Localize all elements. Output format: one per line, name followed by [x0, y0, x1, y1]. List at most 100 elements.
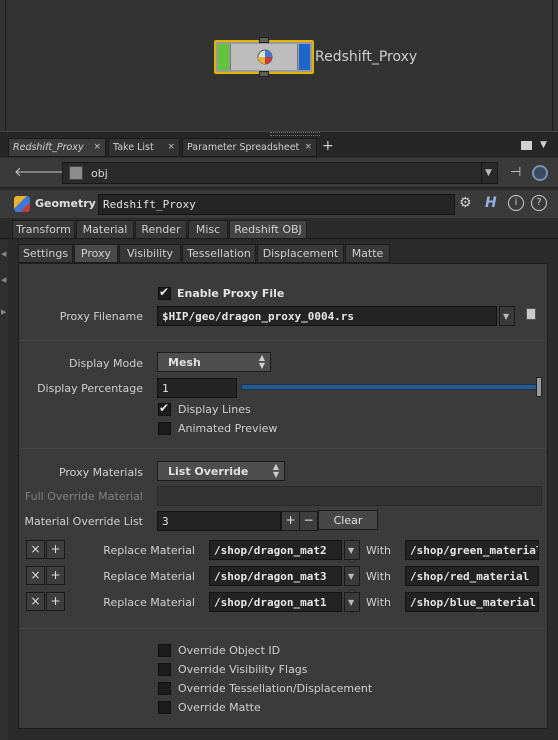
tab-displacement[interactable]: Displacement	[257, 244, 344, 263]
enable-proxy-checkbox[interactable]	[158, 285, 171, 300]
replace-to-field[interactable]: /shop/blue_material	[405, 592, 539, 612]
display-mode-menu[interactable]: Mesh ▲ ▼	[157, 352, 271, 372]
node-input-connector[interactable]	[259, 37, 269, 43]
info-icon[interactable]: i	[508, 195, 524, 211]
replace-from-field[interactable]: /shop/dragon_mat2	[209, 540, 342, 560]
separator	[20, 628, 546, 629]
override-object-id-checkbox[interactable]	[158, 644, 171, 657]
display-lines-checkbox[interactable]	[158, 401, 171, 416]
node-output-connector[interactable]	[259, 71, 269, 77]
enable-proxy-label: Enable Proxy File	[177, 287, 285, 300]
help-icon[interactable]: ?	[531, 195, 547, 211]
gear-icon[interactable]: ⚙	[459, 195, 472, 211]
node-render-flag[interactable]	[299, 44, 310, 70]
houdini-help-icon[interactable]: H	[485, 195, 497, 211]
tab-redshift-obj[interactable]: Redshift OBJ	[229, 220, 307, 239]
add-tab-icon[interactable]: +	[322, 138, 334, 154]
override-visibility-flags-label: Override Visibility Flags	[178, 663, 308, 676]
remove-entry-button[interactable]: −	[299, 511, 318, 531]
tab-tessellation[interactable]: Tessellation	[182, 244, 256, 263]
node-display-flag[interactable]	[218, 44, 229, 70]
proxy-filename-field[interactable]: $HIP/geo/dragon_proxy_0004.rs	[157, 306, 497, 326]
collapse-arrow-icon[interactable]: ◀	[1, 250, 6, 258]
tab-matte[interactable]: Matte	[345, 244, 390, 263]
display-mode-label: Display Mode	[68, 357, 143, 370]
chevron-down-icon[interactable]: ▼	[499, 306, 515, 326]
proxy-filename-label: Proxy Filename	[59, 310, 143, 323]
close-icon[interactable]: ×	[93, 142, 101, 152]
display-percentage-slider[interactable]	[241, 384, 537, 390]
remove-row-button[interactable]: ×	[26, 566, 45, 585]
tab-label: Redshift_Proxy	[13, 142, 84, 153]
tab-misc[interactable]: Misc	[188, 220, 228, 239]
material-override-list-label: Material Override List	[24, 515, 143, 528]
pin-icon[interactable]: ⊣	[510, 165, 521, 180]
tab-visibility[interactable]: Visibility	[119, 244, 181, 263]
replace-to-field[interactable]: /shop/green_material	[405, 540, 539, 560]
full-override-field	[157, 486, 542, 506]
override-object-id-label: Override Object ID	[178, 644, 281, 657]
tab-take-list[interactable]: Take List ×	[108, 138, 180, 157]
close-icon[interactable]: ×	[304, 142, 312, 152]
remove-row-button[interactable]: ×	[26, 540, 45, 559]
proxy-materials-value: List Override	[168, 465, 249, 478]
splitter-grip[interactable]	[270, 132, 320, 136]
chevron-down-icon[interactable]: ▼	[481, 163, 497, 183]
collapse-arrow-icon[interactable]: ◀	[1, 276, 6, 284]
chevron-down-icon[interactable]: ▼	[344, 540, 360, 560]
replace-from-field[interactable]: /shop/dragon_mat1	[209, 592, 342, 612]
proxy-materials-label: Proxy Materials	[58, 466, 143, 479]
override-visibility-flags-checkbox[interactable]	[158, 663, 171, 676]
override-tessellation-label: Override Tessellation/Displacement	[178, 682, 373, 695]
override-matte-checkbox[interactable]	[158, 701, 171, 714]
material-override-count-field[interactable]: 3	[157, 511, 281, 531]
replace-from-field[interactable]: /shop/dragon_mat3	[209, 566, 342, 586]
display-percentage-label: Display Percentage	[37, 382, 143, 395]
clear-button[interactable]: Clear	[318, 510, 378, 530]
network-view-edge	[552, 0, 553, 131]
tab-parameter-spreadsheet[interactable]: Parameter Spreadsheet ×	[182, 138, 317, 157]
chevron-down-icon[interactable]: ▼	[344, 592, 360, 612]
with-label: With	[366, 596, 391, 609]
left-gutter: ◀ ◀ ▶	[0, 240, 8, 740]
override-tessellation-checkbox[interactable]	[158, 682, 171, 695]
tab-render[interactable]: Render	[135, 220, 187, 239]
replace-to-field[interactable]: /shop/red_material	[405, 566, 539, 586]
tab-proxy[interactable]: Proxy	[74, 244, 118, 263]
insert-row-button[interactable]: +	[46, 566, 65, 585]
network-icon	[69, 166, 83, 180]
network-path-field[interactable]: obj ▼	[62, 162, 498, 184]
expand-arrow-icon[interactable]: ▶	[1, 308, 6, 316]
proxy-materials-menu[interactable]: List Override ▲ ▼	[157, 461, 285, 481]
redshift-proxy-node[interactable]	[214, 37, 314, 77]
remove-row-button[interactable]: ×	[26, 592, 45, 611]
chevron-down-icon[interactable]: ▼	[540, 140, 547, 150]
houdini-parameter-window: Redshift_Proxy Redshift_Proxy × Take Lis…	[0, 0, 558, 740]
with-label: With	[366, 544, 391, 557]
file-chooser-icon[interactable]	[526, 308, 536, 320]
slider-handle[interactable]	[536, 377, 542, 397]
tab-settings[interactable]: Settings	[18, 244, 73, 263]
tab-label: Take List	[113, 142, 154, 153]
add-entry-button[interactable]: +	[281, 511, 300, 531]
insert-row-button[interactable]: +	[46, 592, 65, 611]
tab-material[interactable]: Material	[76, 220, 134, 239]
node-body[interactable]	[230, 44, 298, 70]
divider	[0, 238, 558, 239]
tab-transform[interactable]: Transform	[12, 220, 75, 239]
with-label: With	[366, 570, 391, 583]
insert-row-button[interactable]: +	[46, 540, 65, 559]
tab-redshift-proxy[interactable]: Redshift_Proxy ×	[8, 138, 106, 157]
display-percentage-field[interactable]: 1	[157, 378, 237, 398]
close-icon[interactable]: ×	[167, 142, 175, 152]
link-group-icon[interactable]	[532, 165, 548, 181]
display-lines-label: Display Lines	[178, 403, 251, 416]
geometry-type-icon[interactable]	[14, 196, 30, 212]
separator	[20, 340, 546, 341]
pane-menu-icon[interactable]	[521, 141, 532, 150]
operator-type-label: Geometry	[35, 197, 96, 210]
replace-material-label: Replace Material	[103, 544, 195, 557]
chevron-down-icon[interactable]: ▼	[344, 566, 360, 586]
operator-name-field[interactable]: Redshift_Proxy	[98, 194, 455, 215]
animated-preview-checkbox[interactable]	[158, 422, 171, 435]
